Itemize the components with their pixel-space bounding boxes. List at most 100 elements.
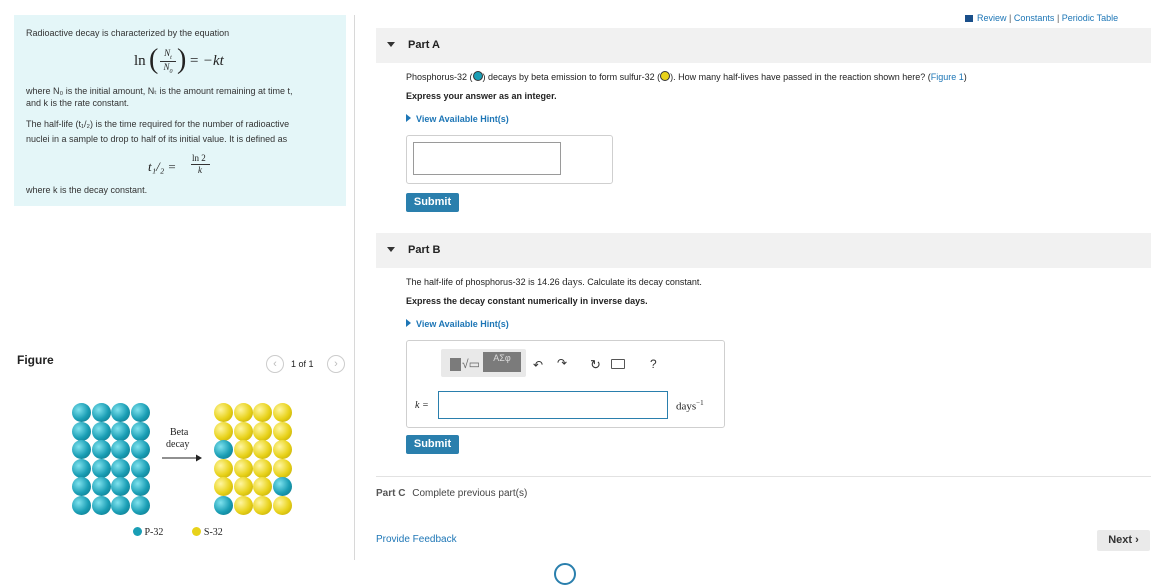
part-a-hints[interactable]: View Available Hint(s) [406, 114, 509, 124]
p32-atom [91, 403, 111, 422]
greek-symbols-button[interactable]: AΣφ [483, 352, 521, 372]
info-panel: Radioactive decay is characterized by th… [14, 15, 346, 206]
figure-link[interactable]: Figure 1 [931, 72, 964, 82]
s32-atom [214, 403, 233, 422]
s32-atom-grid [214, 403, 294, 515]
s32-atom [233, 403, 253, 422]
where-text-1: where N₀ is the initial amount, Nₜ is th… [26, 86, 293, 96]
sqrt-icon[interactable]: √▭ [462, 357, 480, 371]
top-links: Review | Constants | Periodic Table [965, 13, 1118, 23]
next-button[interactable]: Next › [1097, 530, 1150, 551]
part-b-header[interactable]: Part B [376, 233, 1151, 268]
reset-icon[interactable]: ↻ [590, 357, 601, 373]
s32-atom [272, 495, 292, 515]
p32-atom [111, 421, 130, 441]
p32-atom [130, 477, 150, 496]
template-icon[interactable] [450, 358, 461, 371]
keyboard-icon[interactable] [611, 359, 625, 369]
s32-atom [233, 440, 253, 459]
fraction-numerator: Nt [164, 48, 172, 61]
constants-link[interactable]: Constants [1014, 13, 1055, 23]
separator: | [1056, 13, 1060, 23]
p32-atom [111, 440, 130, 459]
p32-atom [130, 421, 150, 441]
part-a-submit-button[interactable]: Submit [406, 193, 459, 212]
part-a-title: Part A [408, 39, 440, 51]
s32-atom [253, 458, 272, 478]
part-a-answer-box [406, 135, 613, 184]
halflife-denominator: k [198, 165, 202, 175]
s32-atom [272, 440, 292, 459]
s32-atom [214, 421, 233, 441]
info-intro: Radioactive decay is characterized by th… [26, 28, 230, 38]
p32-atom [72, 421, 91, 441]
p32-atom [272, 477, 292, 496]
s32-atom [253, 477, 272, 496]
p32-atom [130, 495, 150, 515]
p32-atom-grid [72, 403, 152, 515]
arrow-label-decay: decay [166, 439, 190, 450]
part-a-answer-input[interactable] [413, 142, 561, 175]
halflife-text-2: nuclei in a sample to drop to half of it… [26, 134, 288, 144]
expand-icon [406, 114, 411, 122]
unit-label: days−1 [676, 399, 704, 413]
part-b-instruction: Express the decay constant numerically i… [406, 296, 648, 306]
part-b-answer-box: √▭ AΣφ ↶ ↷ ↻ ? k = days−1 [406, 340, 725, 428]
part-c-divider [376, 476, 1151, 477]
close-paren: ) [177, 44, 187, 75]
prev-figure-button[interactable]: ‹ [266, 355, 284, 373]
p32-atom [130, 440, 150, 459]
part-b-hints[interactable]: View Available Hint(s) [406, 319, 509, 329]
p32-atom [214, 495, 233, 515]
p32-atom [91, 458, 111, 478]
periodic-table-link[interactable]: Periodic Table [1062, 13, 1118, 23]
p32-atom [72, 477, 91, 496]
p32-atom [72, 458, 91, 478]
part-a-header[interactable]: Part A [376, 28, 1151, 63]
figure-pager: ‹ 1 of 1 › [266, 355, 345, 373]
part-b-title: Part B [408, 244, 441, 256]
s32-atom [233, 458, 253, 478]
pager-text: 1 of 1 [291, 359, 314, 369]
redo-icon[interactable]: ↷ [557, 356, 567, 370]
p32-atom [111, 477, 130, 496]
decay-arrow [162, 454, 202, 462]
open-paren: ( [149, 44, 159, 75]
halflife-numerator: ln 2 [192, 153, 206, 163]
next-figure-button[interactable]: › [327, 355, 345, 373]
p32-atom [111, 403, 130, 422]
p32-atom [91, 495, 111, 515]
part-a-instruction: Express your answer as an integer. [406, 91, 557, 101]
p32-atom [91, 440, 111, 459]
equation-rhs: = −kt [189, 53, 224, 69]
part-c-status: Complete previous part(s) [412, 488, 528, 499]
s32-atom [233, 477, 253, 496]
chevron-right-icon: › [1135, 534, 1139, 546]
p32-atom [72, 403, 91, 422]
s32-atom [253, 421, 272, 441]
math-toolbar: √▭ AΣφ [441, 349, 526, 377]
s32-atom [214, 458, 233, 478]
p32-atom [130, 403, 150, 422]
ln-symbol: ln [134, 53, 146, 69]
undo-icon[interactable]: ↶ [533, 358, 543, 372]
s32-atom [233, 421, 253, 441]
p32-ball-icon [472, 71, 483, 81]
part-c-label: Part C [376, 488, 406, 499]
pearson-logo-icon [554, 563, 576, 585]
k-label: k = [415, 400, 429, 411]
collapse-icon [387, 247, 395, 252]
collapse-icon [387, 42, 395, 47]
help-icon[interactable]: ? [650, 357, 657, 371]
halflife-lhs: t₁/₂ = [148, 159, 177, 174]
book-icon [965, 15, 973, 23]
part-b-answer-input[interactable] [438, 391, 668, 419]
legend-s32: S-32 [203, 527, 223, 538]
s32-atom [272, 403, 292, 422]
review-link[interactable]: Review [977, 13, 1007, 23]
part-b-submit-button[interactable]: Submit [406, 435, 459, 454]
provide-feedback-link[interactable]: Provide Feedback [376, 534, 457, 545]
s32-ball-icon [660, 71, 671, 81]
part-b-question: The half-life of phosphorus-32 is 14.26 … [406, 276, 702, 288]
s32-atom [272, 421, 292, 441]
